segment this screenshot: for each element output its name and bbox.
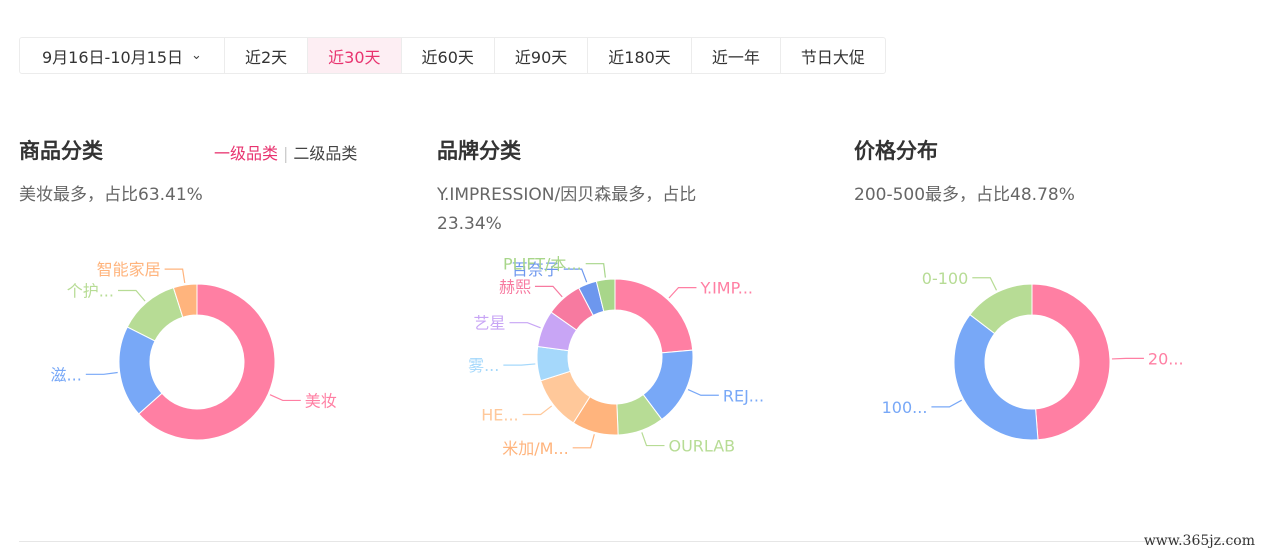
range-option-30d[interactable]: 近30天	[308, 38, 402, 73]
label-leader-line	[972, 277, 998, 291]
range-option-1y[interactable]: 近一年	[692, 38, 781, 73]
label-leader-line	[164, 268, 186, 284]
category-section: 商品分类 一级品类 | 二级品类 美妆最多，占比63.41%	[19, 134, 357, 210]
slice-label: 滋...	[51, 365, 82, 384]
brand-section: 品牌分类 Y.IMPRESSION/因贝森最多，占比23.34%	[437, 134, 757, 239]
slice-label: 雾...	[468, 356, 499, 375]
slice-label: 0-100	[922, 269, 969, 288]
price-title: 价格分布	[854, 139, 938, 163]
label-leader-line	[85, 371, 118, 375]
label-leader-line	[687, 389, 719, 396]
range-option-180d[interactable]: 近180天	[588, 38, 692, 73]
range-option-2d[interactable]: 近2天	[225, 38, 309, 73]
brand-title: 品牌分类	[437, 139, 521, 163]
site-watermark: www.365jz.com	[1143, 533, 1255, 549]
slice-label: 艺星	[473, 314, 505, 333]
price-section: 价格分布 200-500最多，占比48.78%	[854, 134, 1184, 210]
label-leader-line	[585, 263, 606, 278]
range-option-60d[interactable]: 近60天	[402, 38, 495, 73]
category-donut-chart: 美妆 滋... 个护... 智能家居	[51, 260, 337, 441]
donut-slice[interactable]	[953, 313, 1039, 441]
donut-slice[interactable]	[1031, 283, 1111, 441]
slice-label: 20...	[1148, 349, 1184, 368]
donut-slice[interactable]	[614, 278, 694, 354]
slice-label: 赫熙	[499, 277, 531, 296]
tab-level1-category[interactable]: 一级品类	[214, 144, 278, 163]
label-leader-line	[117, 289, 146, 302]
brand-summary: Y.IMPRESSION/因贝森最多，占比23.34%	[437, 185, 697, 234]
slice-label: OURLAB	[668, 437, 735, 456]
label-leader-line	[503, 363, 536, 366]
chevron-down-icon: ⌄	[191, 48, 202, 63]
date-range-dropdown[interactable]: 9月16日-10月15日 ⌄	[20, 38, 225, 73]
category-tabs: 一级品类 | 二级品类	[214, 140, 357, 164]
label-leader-line	[522, 405, 553, 416]
tab-level2-category[interactable]: 二级品类	[293, 144, 357, 163]
brand-donut-chart: Y.IMP... REJ... OURLAB 米加/M... HE... 雾... 艺星 赫熙…	[468, 255, 764, 458]
tab-divider: |	[283, 144, 289, 163]
slice-label: 米加/M...	[502, 439, 568, 458]
range-option-festival[interactable]: 节日大促	[781, 38, 885, 73]
slice-label: 美妆	[305, 391, 337, 410]
slice-label: 100...	[882, 398, 928, 417]
label-leader-line	[668, 287, 697, 299]
label-leader-line	[931, 399, 963, 408]
price-donut-chart: 20... 100... 0-100	[882, 269, 1184, 441]
date-range-bar: 9月16日-10月15日 ⌄ 近2天 近30天 近60天 近90天 近180天 …	[19, 37, 886, 74]
label-leader-line	[534, 285, 563, 298]
range-option-90d[interactable]: 近90天	[495, 38, 589, 73]
slice-label: 个护...	[67, 281, 114, 300]
slice-label: Y.IMP...	[699, 279, 753, 298]
label-leader-line	[641, 432, 665, 447]
category-summary: 美妆最多，占比63.41%	[19, 185, 203, 205]
price-summary: 200-500最多，占比48.78%	[854, 185, 1075, 205]
label-leader-line	[509, 322, 541, 329]
label-leader-line	[1111, 357, 1144, 360]
bottom-divider	[19, 541, 1243, 542]
slice-label: 智能家居	[97, 260, 161, 279]
slice-label: HE...	[481, 406, 518, 425]
label-leader-line	[269, 394, 301, 402]
slice-label: REJ...	[723, 386, 764, 405]
label-leader-line	[572, 434, 595, 449]
slice-label: PLIFT/本...	[503, 255, 582, 274]
date-range-value: 9月16日-10月15日	[42, 47, 184, 67]
